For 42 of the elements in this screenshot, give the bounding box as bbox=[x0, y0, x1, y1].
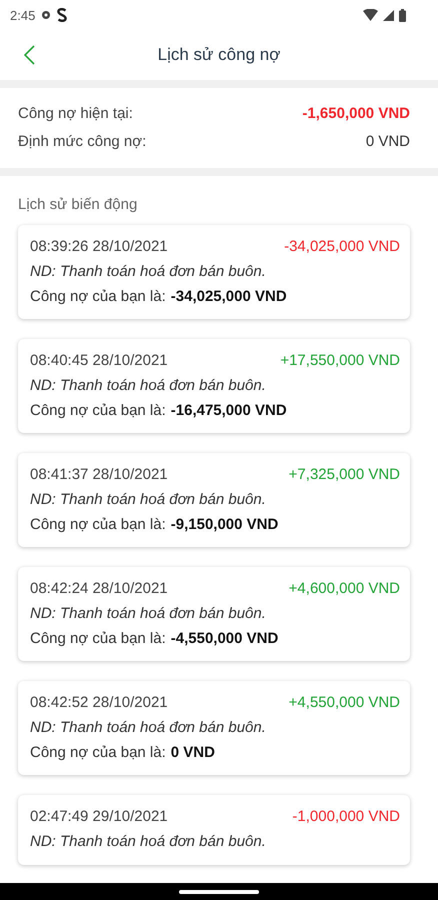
entry-time: 08:40:45 28/10/2021 bbox=[30, 351, 168, 371]
status-time: 2:45 bbox=[10, 8, 36, 22]
entry-amount: +17,550,000 VND bbox=[280, 351, 400, 371]
section-title: Lịch sử biến động bbox=[18, 196, 138, 213]
entry-note: ND: Thanh toán hoá đơn bán buôn. bbox=[30, 604, 267, 624]
balance-value: -4,550,000 VND bbox=[170, 629, 278, 649]
summary-label: Định mức công nợ: bbox=[18, 132, 146, 152]
balance-label: Công nợ của bạn là: bbox=[30, 743, 166, 763]
balance-label: Công nợ của bạn là: bbox=[30, 401, 166, 421]
battery-icon bbox=[399, 8, 406, 22]
entry-time: 08:42:52 28/10/2021 bbox=[30, 693, 168, 713]
notification-icon bbox=[40, 10, 52, 20]
balance-label: Công nợ của bạn là: bbox=[30, 287, 166, 307]
home-handle[interactable] bbox=[179, 890, 259, 894]
entry-amount: +7,325,000 VND bbox=[288, 465, 400, 485]
balance-label: Công nợ của bạn là: bbox=[30, 629, 166, 649]
entry-note: ND: Thanh toán hoá đơn bán buôn. bbox=[30, 718, 267, 738]
summary-value: 0 VND bbox=[366, 132, 410, 152]
entry-time: 08:39:26 28/10/2021 bbox=[30, 237, 168, 257]
summary-value: -1,650,000 VND bbox=[302, 104, 410, 124]
balance-value: -9,150,000 VND bbox=[170, 515, 278, 535]
entry-note: ND: Thanh toán hoá đơn bán buôn. bbox=[30, 262, 267, 282]
entry-time: 08:42:24 28/10/2021 bbox=[30, 579, 168, 599]
entry-note: ND: Thanh toán hoá đơn bán buôn. bbox=[30, 376, 267, 396]
balance-value: -16,475,000 VND bbox=[170, 401, 287, 421]
entry-amount: -1,000,000 VND bbox=[292, 807, 400, 827]
balance-label: Công nợ của bạn là: bbox=[30, 515, 166, 535]
entry-amount: -34,025,000 VND bbox=[284, 237, 400, 257]
entry-note: ND: Thanh toán hoá đơn bán buôn. bbox=[30, 832, 267, 852]
app-logo-icon bbox=[57, 8, 68, 22]
entry-amount: +4,600,000 VND bbox=[288, 579, 400, 599]
entry-time: 02:47:49 29/10/2021 bbox=[30, 807, 168, 827]
back-icon[interactable] bbox=[24, 45, 35, 65]
balance-value: 0 VND bbox=[170, 743, 215, 763]
summary-label: Công nợ hiện tại: bbox=[18, 104, 133, 124]
balance-value: -34,025,000 VND bbox=[170, 287, 287, 307]
entry-time: 08:41:37 28/10/2021 bbox=[30, 465, 168, 485]
signal-icon bbox=[383, 10, 394, 20]
entry-amount: +4,550,000 VND bbox=[288, 693, 400, 713]
page-title: Lịch sử công nợ bbox=[158, 45, 280, 65]
wifi-icon bbox=[363, 9, 378, 21]
entry-note: ND: Thanh toán hoá đơn bán buôn. bbox=[30, 490, 267, 510]
